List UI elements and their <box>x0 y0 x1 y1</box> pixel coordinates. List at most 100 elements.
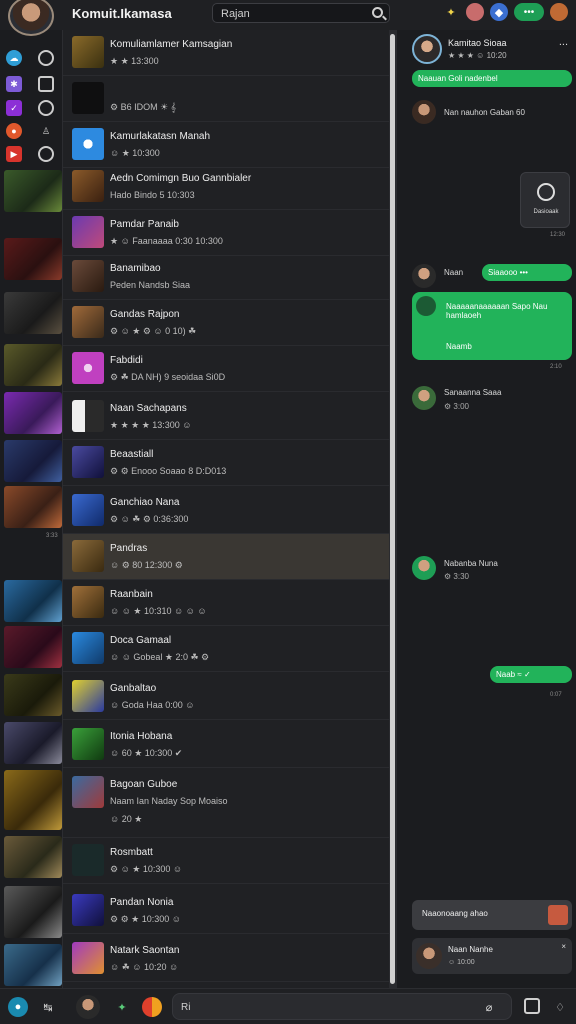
reddit-icon[interactable]: ● <box>6 123 22 139</box>
list-item[interactable]: Natark Saontan ☺ ☘ ☺ 10:20 ☺ <box>63 936 389 982</box>
game-thumbnail[interactable] <box>4 392 62 434</box>
expand-icon[interactable] <box>524 998 540 1014</box>
game-thumbnail[interactable] <box>4 344 62 386</box>
message-bubble-outgoing: Naab ≈ ✓ <box>490 666 572 683</box>
mail-icon[interactable]: ✓ <box>6 100 22 116</box>
avatar <box>416 943 442 969</box>
avatar <box>72 260 104 292</box>
message-text: Sanaanna Saaa <box>444 388 502 397</box>
game-thumbnail[interactable] <box>4 238 62 280</box>
game-thumbnail[interactable] <box>4 580 62 622</box>
youtube-icon[interactable]: ▶ <box>6 146 22 162</box>
list-item-selected[interactable]: Pandras ☺ ⚙ 80 12:300 ⚙ <box>63 534 389 580</box>
clock-icon[interactable] <box>38 100 54 116</box>
discord-icon[interactable]: ☁ <box>6 50 22 66</box>
notification-thumb <box>548 905 568 925</box>
game-thumbnail[interactable] <box>4 440 62 482</box>
avatar <box>72 446 104 478</box>
message-compose[interactable]: ⌀ <box>172 993 512 1020</box>
list-item[interactable]: Raanbain ☺ ☺ ★ 10:310 ☺ ☺ ☺ <box>63 580 389 626</box>
list-item[interactable]: Doca Gamaal ☺ ☺ Gobeal ★ 2:0 ☘ ⚙ <box>63 626 389 672</box>
game-thumbnail[interactable] <box>4 674 62 716</box>
message-time: ⚙ 3:30 <box>444 572 469 581</box>
list-item[interactable]: Beaastiall ⚙ ⚙ Enooo Soaao 8 D:D013 <box>63 440 389 486</box>
list-item-meta: Hado Bindo 5 10:303 <box>110 190 195 200</box>
attachment-card[interactable]: Dasioaak <box>520 172 570 228</box>
game-thumbnail[interactable] <box>4 770 62 830</box>
profile-icon[interactable] <box>466 3 484 21</box>
list-item-name: Natark Saontan <box>110 945 180 956</box>
sparkle-icon[interactable]: ✦ <box>442 3 460 21</box>
list-item-meta: Naam Ian Naday Sop Moaiso <box>110 796 228 806</box>
refresh-icon <box>537 183 555 201</box>
list-item[interactable]: Rosmbatt ⚙ ☺ ★ 10:300 ☺ <box>63 838 389 884</box>
scrollbar-thumb[interactable] <box>390 34 395 984</box>
list-item-meta: ⚙ ⚙ Enooo Soaao 8 D:D013 <box>110 466 227 476</box>
list-item[interactable]: Ganbaltao ☺ Goda Haa 0:00 ☺ <box>63 674 389 720</box>
list-item[interactable]: Aedn Comimgn Buo Gannbialer Hado Bindo 5… <box>63 164 389 210</box>
rail-timestamp: 3:33 <box>46 533 58 539</box>
message-input[interactable] <box>181 1000 471 1014</box>
shield-icon[interactable]: ◆ <box>490 3 508 21</box>
close-icon[interactable]: × <box>561 942 566 951</box>
game-thumbnail[interactable] <box>4 722 62 764</box>
message-text: Nabanba Nuna <box>444 559 498 568</box>
notification-card[interactable]: Naan Nanhe ☺ 10:00 × <box>412 938 572 974</box>
search-box[interactable] <box>212 3 390 23</box>
list-item[interactable]: Bagoan Guboe Naam Ian Naday Sop Moaiso ☺… <box>63 770 389 838</box>
list-item-name: Kamurlakatasn Manah <box>110 131 211 142</box>
reaction-icon[interactable] <box>142 997 162 1017</box>
notification-card[interactable]: Naaonoaang ahao <box>412 900 572 930</box>
status-icon[interactable]: ••• <box>514 3 544 21</box>
game-thumbnail[interactable] <box>4 486 62 528</box>
game-thumbnail[interactable] <box>4 292 62 334</box>
lock-icon[interactable] <box>38 76 54 92</box>
list-item[interactable]: Itonia Hobana ☺ 60 ★ 10:300 ✔ <box>63 722 389 768</box>
user-avatar-icon[interactable] <box>550 3 568 21</box>
game-thumbnail[interactable] <box>4 626 62 668</box>
left-rail: ☁ ✱ ✓ ● ♙ ▶ 3:33 <box>0 40 62 990</box>
avatar <box>72 36 104 68</box>
message-avatar <box>412 264 436 288</box>
list-item-name: Banamibao <box>110 263 161 274</box>
list-item[interactable]: Gandas Rajpon ⚙ ☺ ★ ⚙ ☺ 0 10) ☘ <box>63 300 389 346</box>
top-icons: ✦ ◆ ••• <box>442 3 568 21</box>
list-item[interactable]: ⚙ B6 IDOM ☀ 𝄞 <box>63 76 389 122</box>
list-item-name: Gandas Rajpon <box>110 309 180 320</box>
list-item[interactable]: Pandan Nonia ⚙ ⚙ ★ 10:300 ☺ <box>63 888 389 934</box>
attach-icon[interactable]: ⌀ <box>479 997 499 1017</box>
search-input[interactable] <box>213 5 363 23</box>
list-item[interactable]: Fabdidi ⚙ ☘ DA NH) 9 seoidaa Si0D <box>63 346 389 392</box>
avatar <box>72 844 104 876</box>
menu-icon[interactable]: ↹ <box>38 997 58 1017</box>
gamepad-icon[interactable]: ✦ <box>112 997 132 1017</box>
list-item[interactable]: Naan Sachapans ★ ★ ★ ★ 13:300 ☺ <box>63 394 389 440</box>
my-avatar[interactable] <box>8 0 54 36</box>
chat-header-avatar[interactable] <box>412 34 442 64</box>
compass-icon[interactable] <box>38 50 54 66</box>
list-item[interactable]: Banamibao Peden Nandsb Siaa <box>63 254 389 300</box>
rail-row-4: ● ♙ <box>6 123 54 139</box>
notification-icon[interactable]: ♢ <box>550 997 570 1017</box>
list-item-name: Pandan Nonia <box>110 897 174 908</box>
profile-avatar[interactable] <box>76 995 100 1019</box>
message-time: 0:07 <box>550 692 562 698</box>
person-icon[interactable]: ♙ <box>38 123 54 139</box>
list-item[interactable]: Ganchiao Nana ⚙ ☺ ☘ ⚙ 0:36:300 <box>63 488 389 534</box>
list-item-name: Ganbaltao <box>110 683 157 694</box>
search-icon[interactable] <box>38 146 54 162</box>
list-item[interactable]: Pamdar Panaib ★ ☺ Faanaaaa 0:30 10:300 <box>63 210 389 256</box>
chat-header-meta: ★ ★ ★ ☺ 10:20 <box>448 51 507 60</box>
more-options-icon[interactable]: ... <box>559 36 568 48</box>
search-icon[interactable] <box>372 7 383 18</box>
list-item[interactable]: Komuliamlamer Kamsagian ★ ★ 13:300 <box>63 30 389 76</box>
game-thumbnail[interactable] <box>4 836 62 878</box>
game-thumbnail[interactable] <box>4 944 62 986</box>
game-thumbnail[interactable] <box>4 886 62 938</box>
list-item[interactable]: Kamurlakatasn Manah ☺ ★ 10:300 <box>63 122 389 168</box>
avatar <box>72 400 104 432</box>
home-icon[interactable]: ● <box>8 997 28 1017</box>
slack-icon[interactable]: ✱ <box>6 76 22 92</box>
list-item-meta: ☺ ★ 10:300 <box>110 148 160 158</box>
game-thumbnail[interactable] <box>4 170 62 212</box>
